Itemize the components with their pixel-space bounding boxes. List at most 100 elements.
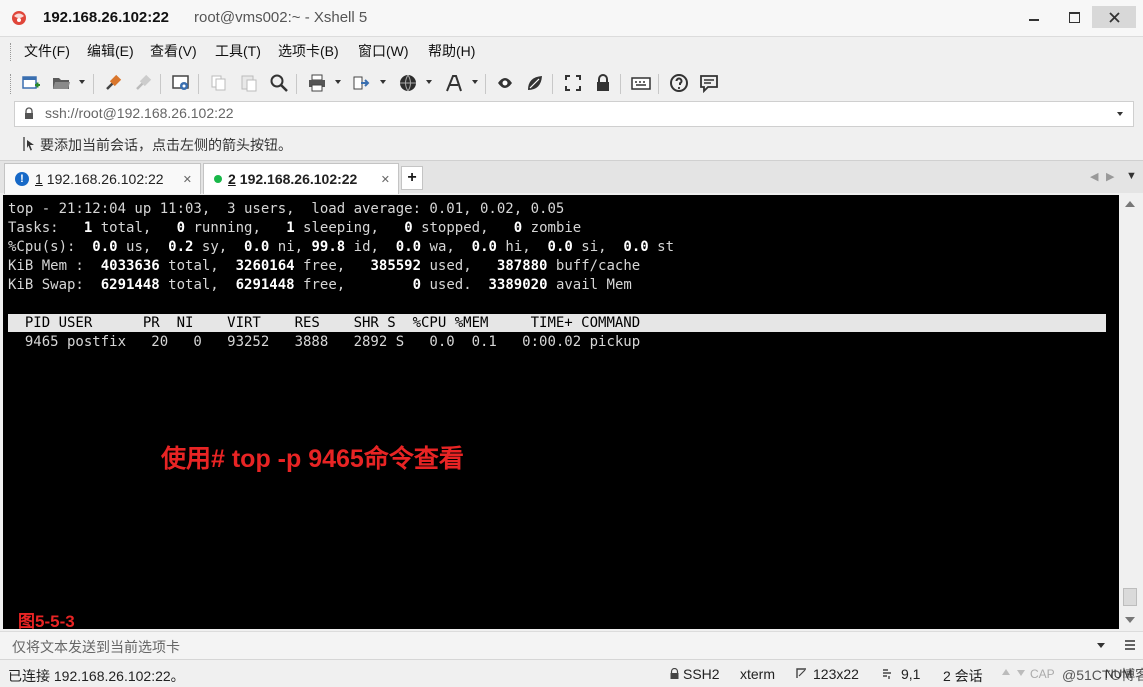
compose-input[interactable]: 仅将文本发送到当前选项卡: [12, 637, 180, 657]
info-icon: !: [15, 172, 29, 186]
find-button[interactable]: [268, 72, 290, 94]
minimize-icon: [1029, 19, 1039, 21]
xshell-logo-icon[interactable]: [10, 9, 28, 27]
annotation-text: 使用# top -p 9465命令查看: [161, 445, 464, 473]
title-bar: 192.168.26.102:22 root@vms002:~ - Xshell…: [0, 0, 1143, 37]
compose-bar[interactable]: 仅将文本发送到当前选项卡: [0, 631, 1143, 659]
menu-tabs[interactable]: 选项卡(B): [277, 41, 340, 61]
font-icon: [446, 75, 462, 92]
chevron-down-icon[interactable]: [1117, 112, 1123, 116]
hint-text: 要添加当前会话，点击左侧的箭头按钮。: [40, 137, 292, 153]
mem-line: KiB Mem : 4033636 total, 3260164 free, 3…: [8, 258, 641, 274]
maximize-icon: [1068, 11, 1080, 23]
xftp-icon: [498, 78, 512, 88]
tab-bar: ! 1 192.168.26.102:22 ✕ 2 192.168.26.102…: [0, 160, 1143, 194]
scroll-up-icon[interactable]: [1125, 201, 1135, 207]
chevron-down-icon[interactable]: ▼: [1126, 170, 1137, 182]
minimize-button[interactable]: [1014, 6, 1054, 28]
tasks-line: Tasks: 1 total, 0 running, 1 sleeping, 0…: [8, 220, 582, 236]
open-button[interactable]: [50, 72, 72, 94]
scroll-down-icon[interactable]: [1125, 617, 1135, 623]
window-title-host: 192.168.26.102:22: [43, 9, 169, 26]
close-tab-icon[interactable]: ✕: [381, 173, 390, 186]
menu-grip[interactable]: [10, 43, 13, 61]
script-button[interactable]: [524, 72, 546, 94]
connection-status: 已连接 192.168.26.102:22。: [8, 668, 185, 684]
tab-label: 192.168.26.102:22: [239, 171, 358, 187]
address-input[interactable]: ssh://root@192.168.26.102:22: [45, 105, 234, 121]
resize-icon: [796, 668, 806, 678]
status-bar: 已连接 192.168.26.102:22。 SSH2 xterm 123x22…: [0, 659, 1143, 687]
tab-session-1[interactable]: ! 1 192.168.26.102:22 ✕: [4, 163, 201, 194]
close-button[interactable]: [1092, 6, 1136, 28]
font-button[interactable]: [443, 72, 465, 94]
lock-icon: [597, 74, 609, 91]
copy-button[interactable]: [208, 72, 230, 94]
copy-icon: [211, 75, 226, 91]
keyboard-icon: [631, 77, 651, 90]
new-session-button[interactable]: [20, 72, 42, 94]
session-hint-bar: 要添加当前会话，点击左侧的箭头按钮。: [0, 130, 1143, 158]
globe-button[interactable]: [397, 72, 419, 94]
leaf-script-icon: [528, 76, 542, 90]
properties-button[interactable]: [170, 72, 192, 94]
maximize-button[interactable]: [1054, 6, 1094, 28]
chat-bubble-icon: [700, 75, 718, 93]
cpu-line: %Cpu(s): 0.0 us, 0.2 sy, 0.0 ni, 99.8 id…: [8, 239, 675, 255]
menu-view[interactable]: 查看(V): [149, 41, 198, 61]
process-table-header: PID USER PR NI VIRT RES SHR S %CPU %MEM …: [8, 314, 1106, 332]
lock-button[interactable]: [592, 72, 614, 94]
paste-icon: [241, 75, 257, 92]
terminal-size-status: 123x22: [813, 666, 859, 682]
lock-icon: [25, 107, 33, 119]
swap-line: KiB Swap: 6291448 total, 6291448 free, 0…: [8, 277, 632, 293]
figure-label: 图5-5-3: [18, 612, 75, 629]
chevron-down-icon[interactable]: [1097, 643, 1105, 648]
terminal-output[interactable]: top - 21:12:04 up 11:03, 3 users, load a…: [3, 195, 1119, 629]
transfer-button[interactable]: [350, 72, 372, 94]
chat-button[interactable]: [698, 72, 720, 94]
menu-icon[interactable]: [1124, 639, 1136, 651]
help-button[interactable]: [668, 72, 690, 94]
globe-icon: [400, 74, 416, 92]
menu-help[interactable]: 帮助(H): [427, 41, 476, 61]
toolbar-grip[interactable]: [10, 74, 13, 94]
tab-session-2[interactable]: 2 192.168.26.102:22 ✕: [203, 163, 399, 194]
fullscreen-icon: [565, 75, 581, 91]
plug-disconnect-icon: [136, 74, 152, 90]
window-title: root@vms002:~ - Xshell 5: [194, 9, 368, 26]
fullscreen-button[interactable]: [562, 72, 584, 94]
add-session-arrow-icon[interactable]: [22, 136, 36, 152]
scroll-thumb[interactable]: [1123, 588, 1137, 606]
menu-edit[interactable]: 编辑(E): [86, 41, 135, 61]
xftp-button[interactable]: [494, 72, 516, 94]
terminal-type-status: xterm: [740, 666, 775, 682]
tab-number: 1: [35, 171, 43, 187]
menu-file[interactable]: 文件(F): [23, 41, 71, 61]
download-arrow-icon: [1017, 670, 1025, 676]
cursor-status: 9,1: [901, 666, 921, 682]
paste-button[interactable]: [238, 72, 260, 94]
chevron-right-icon[interactable]: ▶: [1106, 170, 1114, 183]
tab-number: 2: [228, 171, 236, 187]
menu-tools[interactable]: 工具(T): [214, 41, 262, 61]
session-count-status: 2 会话: [943, 668, 983, 684]
close-icon: [1108, 11, 1120, 23]
add-tab-button[interactable]: +: [401, 166, 423, 190]
reconnect-button[interactable]: [102, 72, 124, 94]
chevron-left-icon[interactable]: ◀: [1090, 170, 1098, 183]
address-bar[interactable]: ssh://root@192.168.26.102:22: [14, 101, 1134, 127]
table-row: 9465 postfix 20 0 93252 3888 2892 S 0.0 …: [8, 334, 641, 350]
vertical-scrollbar[interactable]: [1121, 195, 1139, 629]
disconnect-button[interactable]: [132, 72, 154, 94]
protocol-status: SSH2: [683, 666, 720, 682]
menu-window[interactable]: 窗口(W): [357, 41, 410, 61]
cursor-position-icon: [883, 669, 891, 679]
toolbar: [0, 66, 1143, 100]
help-icon: [670, 74, 688, 92]
caps-lock-status: CAP: [1030, 667, 1055, 681]
print-button[interactable]: [306, 72, 328, 94]
close-tab-icon[interactable]: ✕: [183, 173, 192, 186]
plug-connect-icon: [106, 74, 122, 90]
keyboard-button[interactable]: [630, 72, 652, 94]
